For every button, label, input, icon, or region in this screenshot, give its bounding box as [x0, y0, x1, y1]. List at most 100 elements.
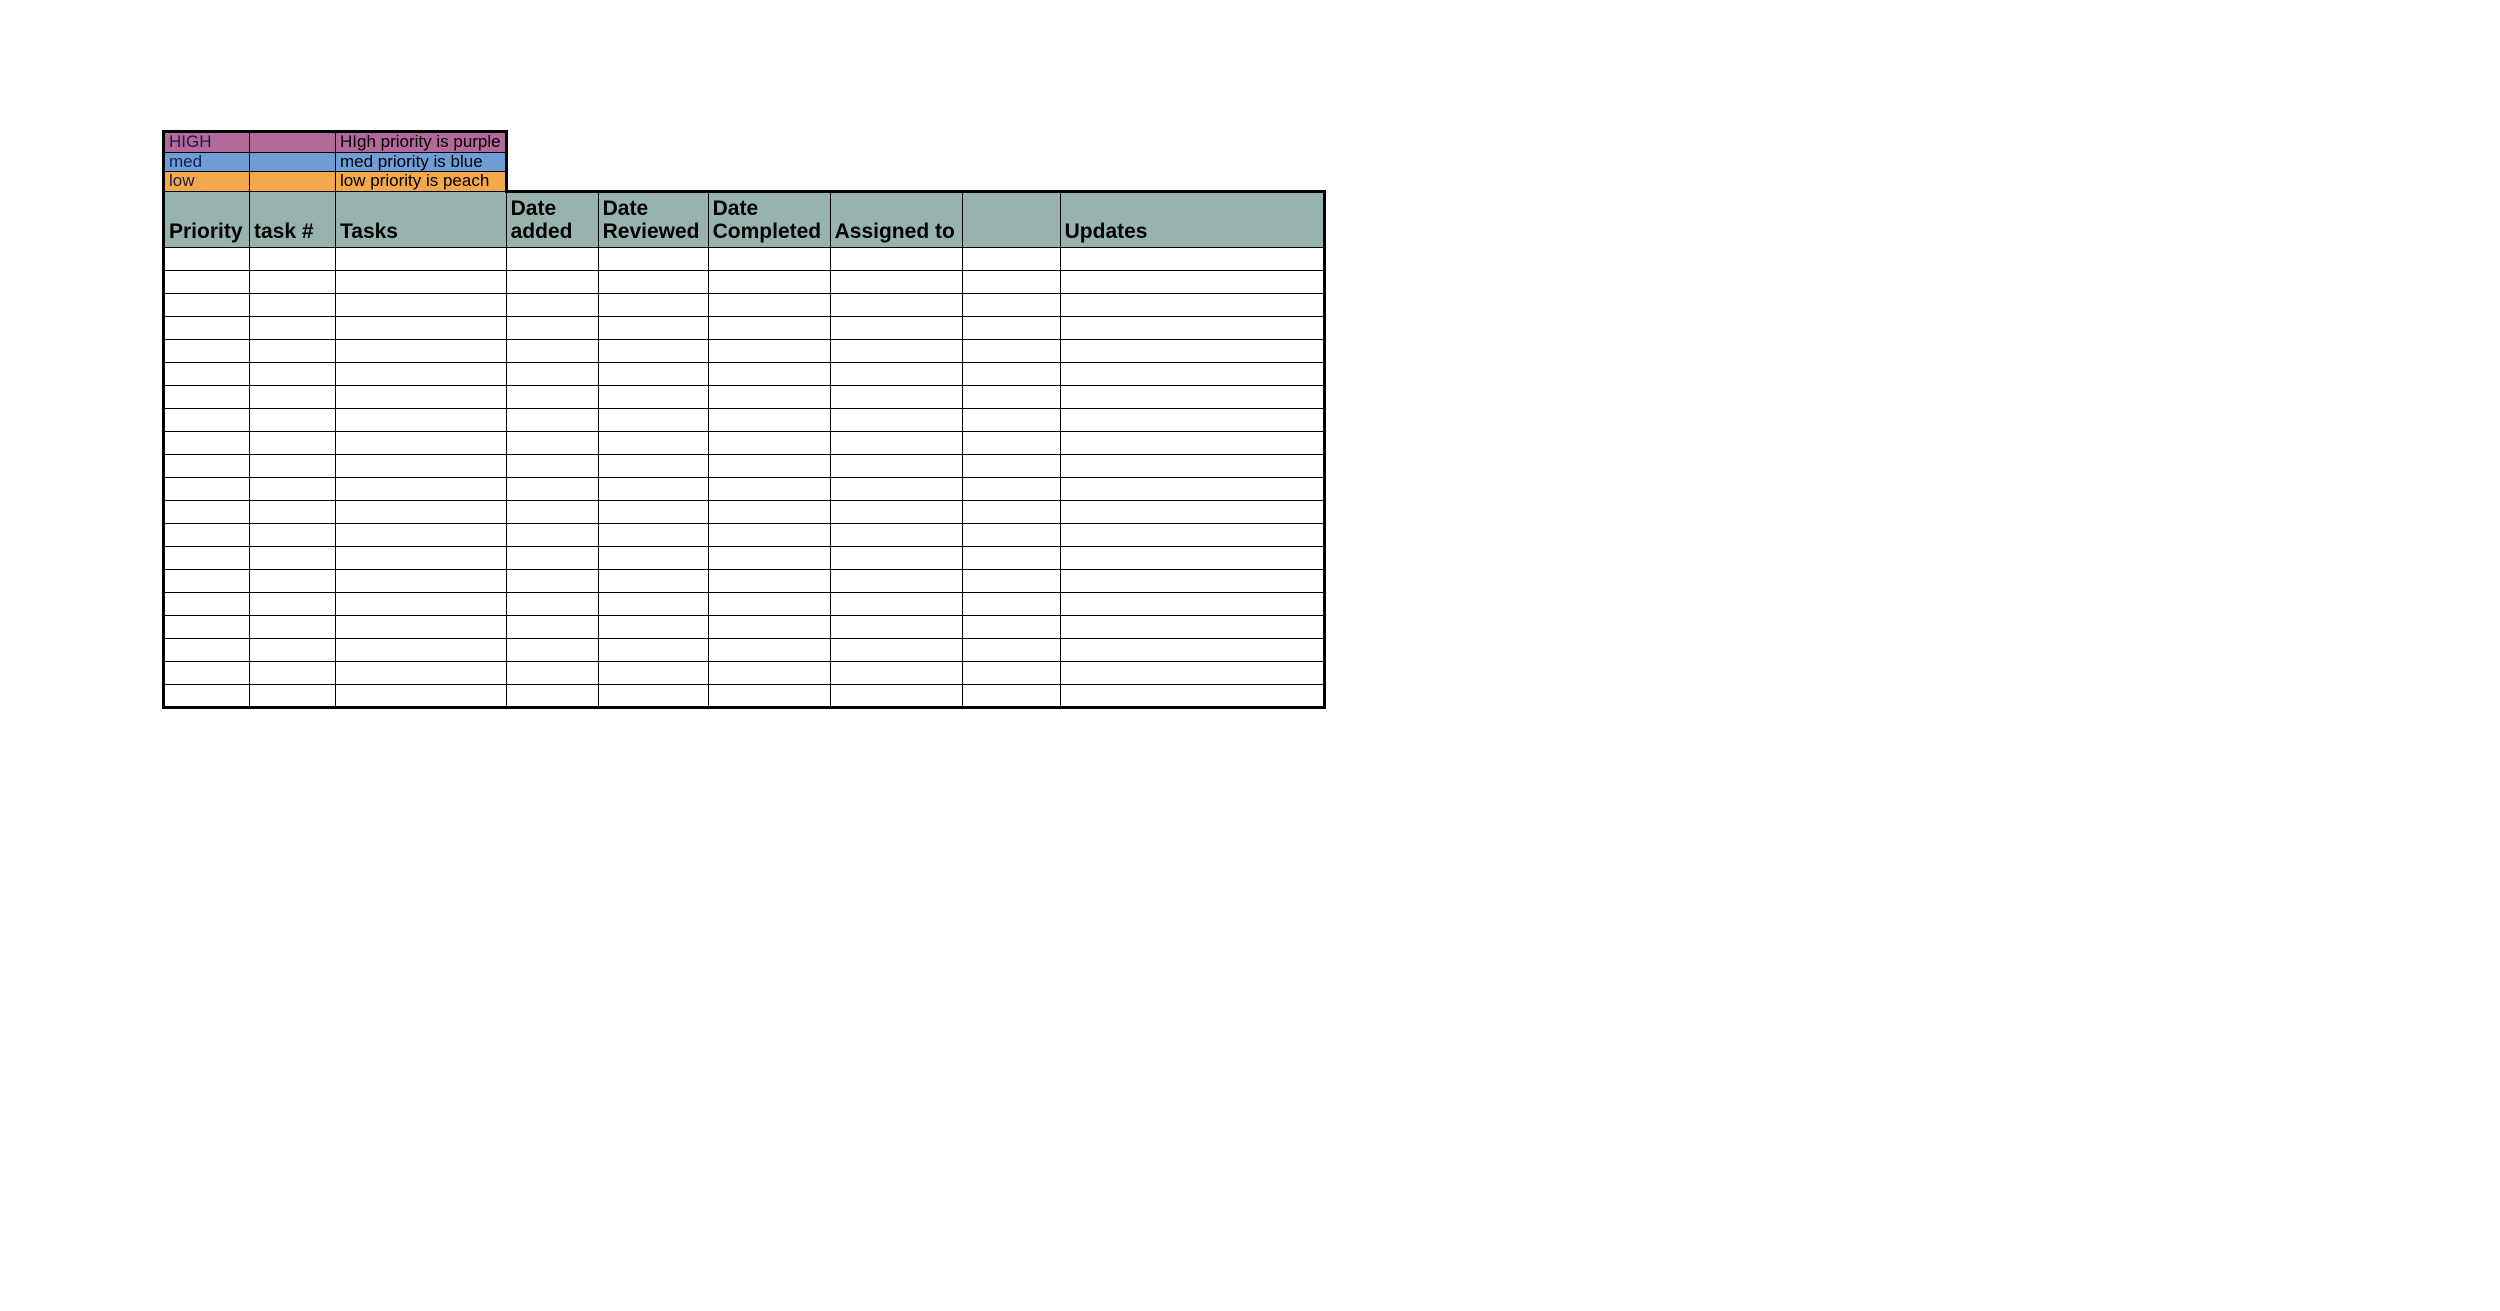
cell[interactable]	[506, 271, 598, 294]
cell[interactable]	[598, 294, 708, 317]
cell[interactable]	[164, 294, 250, 317]
cell[interactable]	[708, 271, 830, 294]
cell[interactable]	[336, 432, 507, 455]
cell[interactable]	[164, 685, 250, 708]
cell[interactable]	[708, 294, 830, 317]
cell[interactable]	[164, 593, 250, 616]
cell[interactable]	[962, 639, 1060, 662]
cell[interactable]	[164, 662, 250, 685]
cell[interactable]	[830, 593, 962, 616]
header-updates[interactable]: Updates	[1060, 192, 1324, 248]
cell[interactable]	[962, 478, 1060, 501]
cell[interactable]	[506, 593, 598, 616]
cell[interactable]	[506, 363, 598, 386]
cell[interactable]	[708, 593, 830, 616]
cell[interactable]	[1060, 271, 1324, 294]
cell[interactable]	[1060, 478, 1324, 501]
cell[interactable]	[708, 432, 830, 455]
cell[interactable]	[336, 294, 507, 317]
cell[interactable]	[962, 662, 1060, 685]
cell[interactable]	[250, 593, 336, 616]
cell[interactable]	[708, 524, 830, 547]
cell[interactable]	[336, 271, 507, 294]
cell[interactable]	[708, 501, 830, 524]
cell[interactable]	[164, 455, 250, 478]
cell[interactable]	[598, 685, 708, 708]
cell[interactable]	[962, 616, 1060, 639]
cell[interactable]	[336, 317, 507, 340]
cell[interactable]	[250, 409, 336, 432]
cell[interactable]	[250, 271, 336, 294]
cell[interactable]	[962, 524, 1060, 547]
cell[interactable]	[336, 639, 507, 662]
cell[interactable]	[962, 294, 1060, 317]
cell[interactable]	[1060, 501, 1324, 524]
cell[interactable]	[1060, 570, 1324, 593]
cell[interactable]	[962, 455, 1060, 478]
cell[interactable]	[250, 570, 336, 593]
header-date-reviewed[interactable]: Date Reviewed	[598, 192, 708, 248]
cell[interactable]	[164, 271, 250, 294]
cell[interactable]	[708, 340, 830, 363]
cell[interactable]	[708, 386, 830, 409]
cell[interactable]	[830, 639, 962, 662]
cell[interactable]	[962, 432, 1060, 455]
cell[interactable]	[708, 248, 830, 271]
cell[interactable]	[506, 340, 598, 363]
cell[interactable]	[598, 616, 708, 639]
header-date-completed[interactable]: Date Completed	[708, 192, 830, 248]
cell[interactable]	[336, 593, 507, 616]
cell[interactable]	[250, 294, 336, 317]
cell[interactable]	[962, 363, 1060, 386]
cell[interactable]	[1060, 432, 1324, 455]
cell[interactable]	[598, 317, 708, 340]
cell[interactable]	[1060, 685, 1324, 708]
header-date-added[interactable]: Date added	[506, 192, 598, 248]
cell[interactable]	[598, 409, 708, 432]
cell[interactable]	[506, 524, 598, 547]
cell[interactable]	[708, 547, 830, 570]
cell[interactable]	[336, 524, 507, 547]
cell[interactable]	[164, 616, 250, 639]
cell[interactable]	[598, 570, 708, 593]
cell[interactable]	[506, 662, 598, 685]
cell[interactable]	[250, 616, 336, 639]
cell[interactable]	[708, 616, 830, 639]
cell[interactable]	[962, 271, 1060, 294]
cell[interactable]	[164, 363, 250, 386]
cell[interactable]	[164, 547, 250, 570]
cell[interactable]	[164, 317, 250, 340]
cell[interactable]	[598, 501, 708, 524]
header-tasks[interactable]: Tasks	[336, 192, 507, 248]
cell[interactable]	[830, 524, 962, 547]
cell[interactable]	[336, 685, 507, 708]
cell[interactable]	[506, 616, 598, 639]
cell[interactable]	[598, 593, 708, 616]
cell[interactable]	[1060, 662, 1324, 685]
cell[interactable]	[1060, 524, 1324, 547]
cell[interactable]	[708, 363, 830, 386]
cell[interactable]	[830, 662, 962, 685]
cell[interactable]	[598, 248, 708, 271]
cell[interactable]	[708, 317, 830, 340]
cell[interactable]	[598, 639, 708, 662]
cell[interactable]	[1060, 593, 1324, 616]
cell[interactable]	[250, 478, 336, 501]
cell[interactable]	[164, 478, 250, 501]
cell[interactable]	[962, 570, 1060, 593]
cell[interactable]	[1060, 547, 1324, 570]
cell[interactable]	[336, 570, 507, 593]
cell[interactable]	[708, 409, 830, 432]
cell[interactable]	[962, 317, 1060, 340]
cell[interactable]	[506, 409, 598, 432]
cell[interactable]	[598, 662, 708, 685]
cell[interactable]	[598, 271, 708, 294]
cell[interactable]	[598, 478, 708, 501]
cell[interactable]	[1060, 248, 1324, 271]
cell[interactable]	[598, 455, 708, 478]
cell[interactable]	[506, 478, 598, 501]
cell[interactable]	[250, 501, 336, 524]
cell[interactable]	[250, 524, 336, 547]
cell[interactable]	[506, 501, 598, 524]
cell[interactable]	[962, 248, 1060, 271]
